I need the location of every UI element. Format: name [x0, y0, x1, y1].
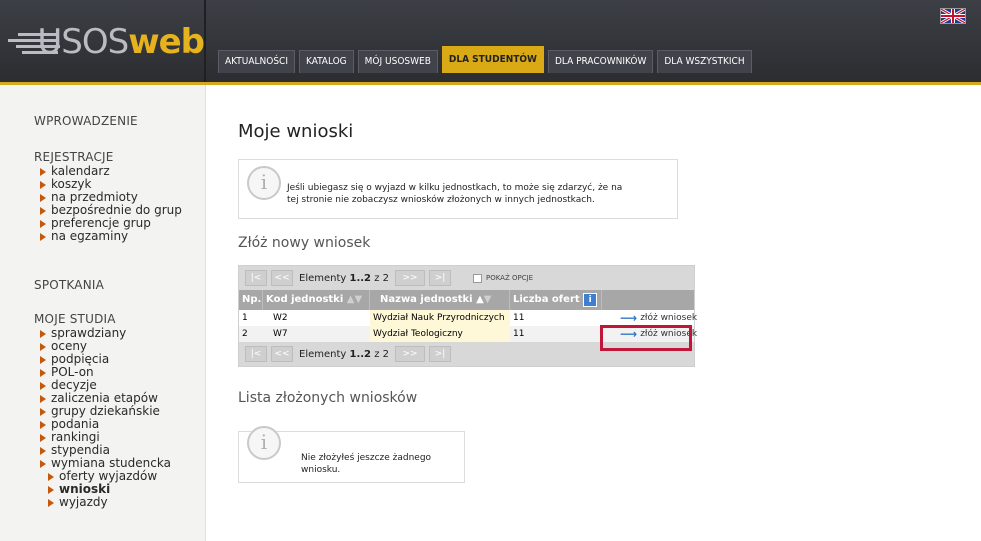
bullet-icon	[48, 498, 54, 507]
page-title: Moje wnioski	[238, 121, 354, 142]
section-title-new-application: Złóż nowy wniosek	[238, 235, 371, 251]
pager-last-button[interactable]: >|	[428, 270, 451, 286]
column-header-nazwa[interactable]: Nazwa jednostki ▲▼	[370, 290, 510, 310]
pager-first-button[interactable]: |<	[245, 346, 267, 362]
tab-dla-studentow[interactable]: DLA STUDENTÓW	[441, 46, 544, 73]
uk-flag-icon[interactable]	[940, 8, 966, 24]
bullet-icon	[48, 485, 54, 494]
sidebar-list-moje-studia: sprawdziany oceny podpięcia POL-on decyz…	[40, 327, 171, 509]
info-icon: i	[247, 426, 281, 460]
header-bar: USOSweb AKTUALNOŚCI KATALOG MÓJ USOSWEB …	[0, 0, 981, 85]
bullet-icon	[40, 329, 46, 338]
arrow-right-icon: ⟶	[620, 311, 638, 325]
tab-moj-usosweb[interactable]: MÓJ USOSWEB	[357, 50, 438, 73]
cell-np: 1	[242, 313, 248, 323]
info-box-empty: i Nie złożyłeś jeszcze żadnego wniosku.	[238, 426, 465, 483]
cell-kod: W2	[273, 313, 288, 323]
bullet-icon	[40, 342, 46, 351]
info-text: Jeśli ubiegasz się o wyjazd w kilku jedn…	[287, 183, 623, 205]
bullet-icon	[40, 232, 46, 241]
sort-icon: ▲▼	[346, 294, 363, 305]
bullet-icon	[40, 407, 46, 416]
bullet-icon	[40, 381, 46, 390]
sort-icon: ▲	[476, 294, 484, 305]
main-navigation: AKTUALNOŚCI KATALOG MÓJ USOSWEB DLA STUD…	[218, 46, 752, 73]
pager-top: |< << Elementy 1..2 z 2 >> >| POKAŻ OPCJ…	[239, 266, 694, 290]
bullet-icon	[40, 193, 46, 202]
info-icon: i	[247, 166, 281, 200]
column-header-np[interactable]: Np.	[239, 290, 263, 310]
sidebar-list-rejestracje: kalendarz koszyk na przedmioty bezpośred…	[40, 165, 182, 243]
sidebar-section-wprowadzenie[interactable]: WPROWADZENIE	[34, 114, 138, 128]
table-header: Np. Kod jednostki ▲▼ Nazwa jednostki ▲▼ …	[239, 290, 694, 310]
bullet-icon	[40, 433, 46, 442]
info-box-units: i Jeśli ubiegasz się o wyjazd w kilku je…	[238, 159, 678, 219]
cell-liczba: 11	[513, 329, 525, 339]
info-small-icon[interactable]: i	[583, 293, 598, 307]
pager-prev-button[interactable]: <<	[271, 270, 293, 286]
pager-next-button[interactable]: >>	[394, 270, 425, 286]
info-text: Nie złożyłeś jeszcze żadnego wniosku.	[301, 453, 432, 475]
bullet-icon	[48, 472, 54, 481]
section-title-submitted-applications: Lista złożonych wniosków	[238, 390, 418, 406]
tab-katalog[interactable]: KATALOG	[298, 50, 354, 73]
show-options-checkbox[interactable]	[472, 273, 482, 283]
highlight-box	[600, 325, 692, 351]
column-header-action	[602, 290, 694, 310]
cell-nazwa: Wydział Teologiczny	[370, 326, 510, 342]
cell-liczba: 11	[513, 313, 525, 323]
tab-dla-pracownikow[interactable]: DLA PRACOWNIKÓW	[547, 50, 654, 73]
header-divider	[204, 0, 206, 82]
pager-label: Elementy 1..2 z 2	[299, 348, 389, 360]
submit-application-link[interactable]: ⟶ złóż wniosek	[602, 310, 697, 326]
sidebar-section-moje-studia[interactable]: MOJE STUDIA	[34, 312, 116, 326]
bullet-icon	[40, 394, 46, 403]
cell-nazwa: Wydział Nauk Przyrodniczych	[370, 310, 510, 326]
pager-label: Elementy 1..2 z 2	[299, 272, 389, 284]
tab-aktualnosci[interactable]: AKTUALNOŚCI	[218, 50, 295, 73]
bullet-icon	[40, 180, 46, 189]
cell-np: 2	[242, 329, 248, 339]
logo-text: USOSweb	[37, 22, 205, 62]
units-table: |< << Elementy 1..2 z 2 >> >| POKAŻ OPCJ…	[238, 265, 697, 367]
bullet-icon	[40, 355, 46, 364]
bullet-icon	[40, 420, 46, 429]
bullet-icon	[40, 368, 46, 377]
column-header-liczba[interactable]: Liczba ofert i	[510, 290, 602, 310]
bullet-icon	[40, 219, 46, 228]
bullet-icon	[40, 167, 46, 176]
table-row: 1 W2 Wydział Nauk Przyrodniczych 11 ⟶ złó…	[239, 310, 697, 326]
cell-kod: W7	[273, 329, 288, 339]
logo-lines-icon	[8, 25, 60, 59]
column-header-kod[interactable]: Kod jednostki ▲▼	[263, 290, 370, 310]
sidebar-section-spotkania[interactable]: SPOTKANIA	[34, 278, 104, 292]
bullet-icon	[40, 446, 46, 455]
show-options-label[interactable]: POKAŻ OPCJE	[486, 274, 533, 282]
pager-last-button[interactable]: >|	[428, 346, 451, 362]
pager-prev-button[interactable]: <<	[271, 346, 293, 362]
tab-dla-wszystkich[interactable]: DLA WSZYSTKICH	[657, 50, 752, 73]
pager-next-button[interactable]: >>	[394, 346, 425, 362]
sidebar-section-rejestracje[interactable]: REJESTRACJE	[34, 150, 114, 164]
pager-first-button[interactable]: |<	[245, 270, 267, 286]
sidebar-item-na-egzaminy[interactable]: na egzaminy	[40, 230, 182, 243]
usosweb-logo[interactable]: USOSweb	[8, 12, 205, 72]
sidebar-subitem-wyjazdy[interactable]: wyjazdy	[40, 496, 171, 509]
bullet-icon	[40, 459, 46, 468]
bullet-icon	[40, 206, 46, 215]
